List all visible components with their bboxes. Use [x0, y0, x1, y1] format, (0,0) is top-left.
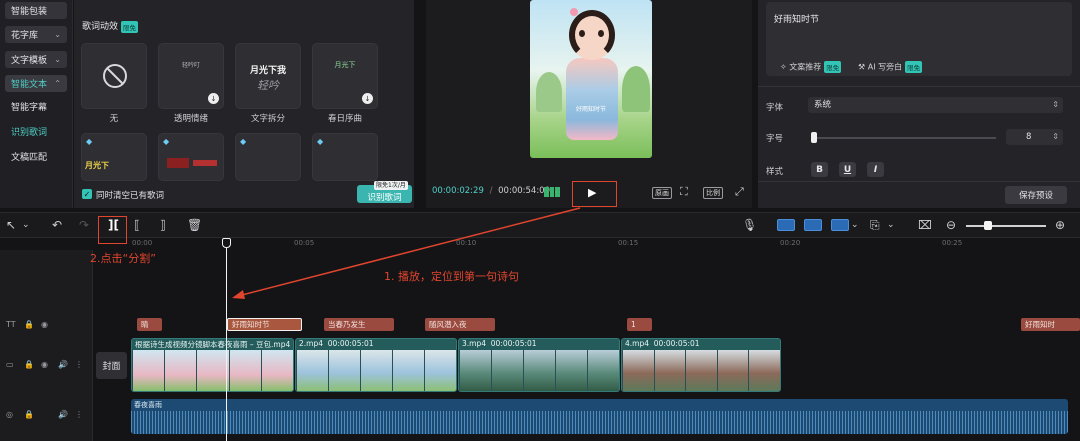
annotation-arrow	[232, 207, 581, 299]
video-editor: 智能包装 花字库 ⌄ 文字模板 ⌄ 智能文本 ⌃ 智能字幕 识别歌词 文稿匹配 歌词动…	[0, 0, 1080, 441]
